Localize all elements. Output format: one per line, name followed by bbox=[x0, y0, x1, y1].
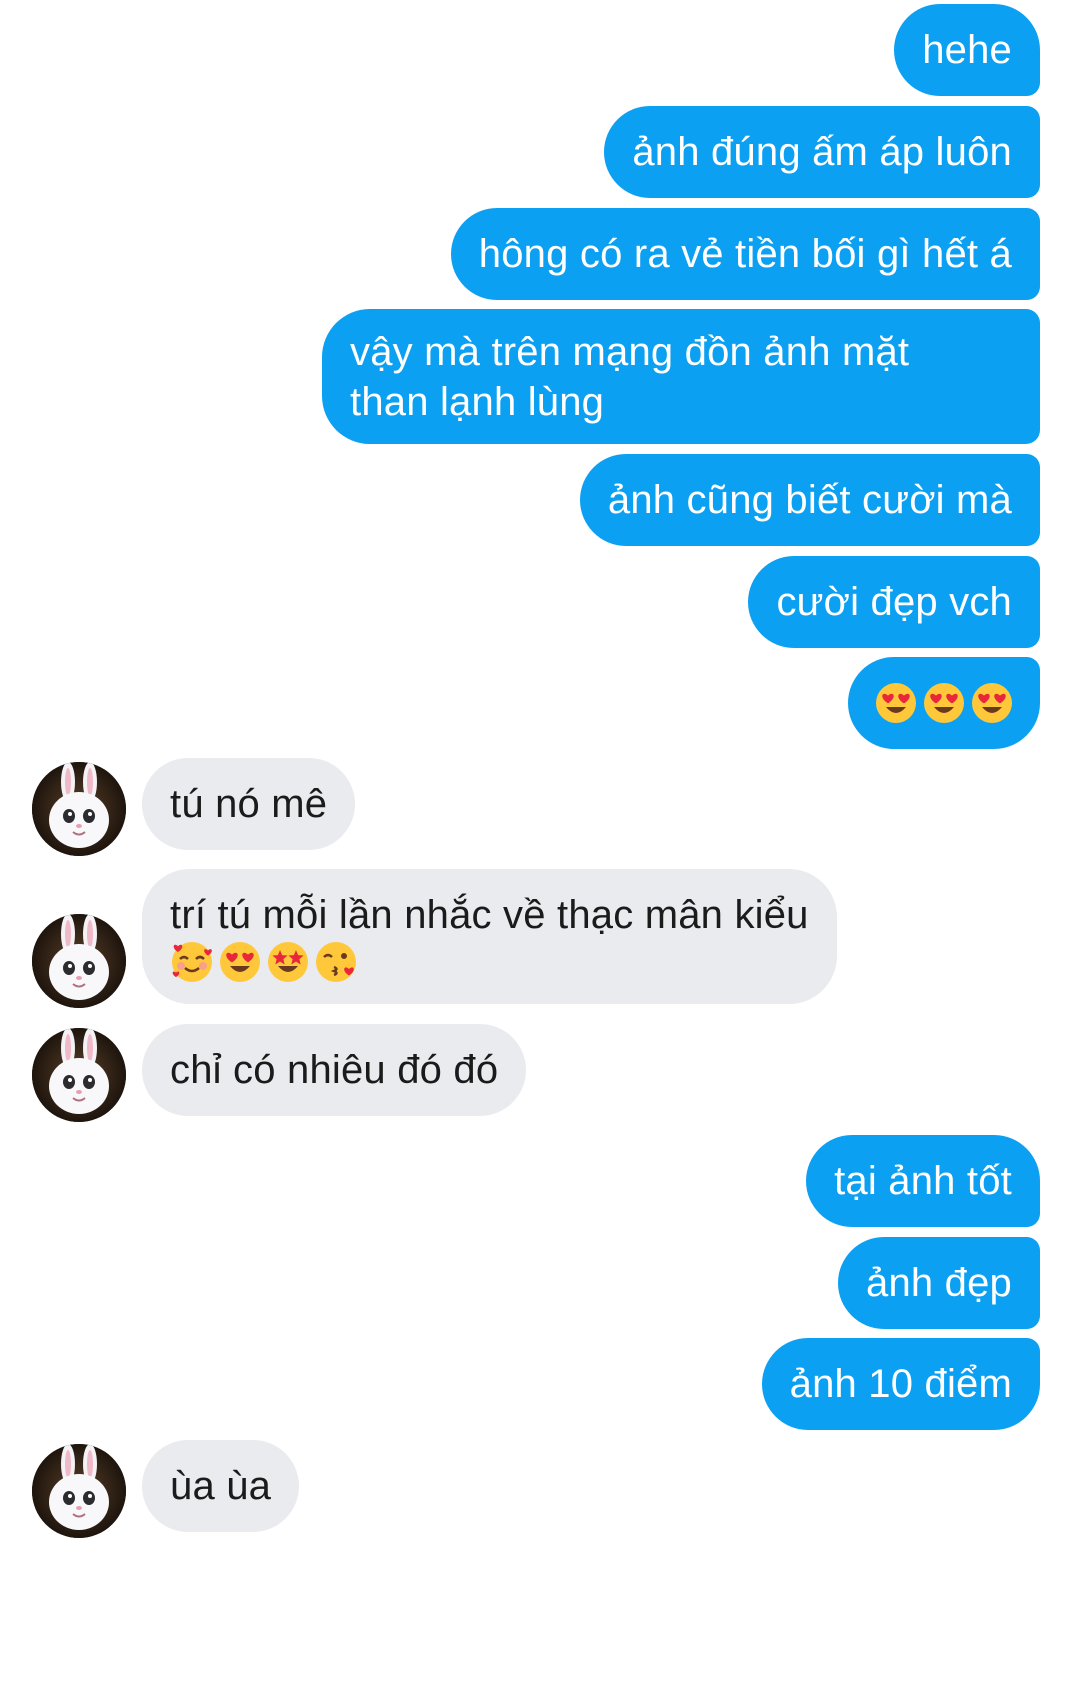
message-text: ảnh đúng ấm áp luôn bbox=[632, 130, 1012, 174]
message-thread: hehe ảnh đúng ấm áp luôn hông có ra vẻ t… bbox=[0, 0, 1080, 1705]
face-blowing-kiss-emoji-icon bbox=[316, 941, 356, 982]
heart-eyes-emoji-icon bbox=[972, 683, 1012, 723]
message-text: hehe bbox=[922, 28, 1012, 72]
incoming-message-bubble[interactable]: tú nó mê bbox=[142, 758, 356, 850]
outgoing-message-bubble[interactable]: ảnh đẹp bbox=[838, 1237, 1040, 1329]
message-text: ảnh đẹp bbox=[866, 1261, 1012, 1305]
outgoing-message-bubble[interactable]: ảnh đúng ấm áp luôn bbox=[604, 106, 1040, 198]
white-bunny-avatar-icon[interactable] bbox=[32, 914, 126, 1008]
star-struck-emoji-icon bbox=[268, 941, 308, 982]
message-text: vậy mà trên mạng đồn ảnh mặt than lạnh l… bbox=[350, 329, 910, 424]
white-bunny-avatar-icon[interactable] bbox=[32, 1444, 126, 1538]
outgoing-message-bubble[interactable]: cười đẹp vch bbox=[748, 556, 1040, 648]
outgoing-message-bubble[interactable]: hehe bbox=[894, 4, 1040, 96]
smiling-face-with-hearts-emoji-icon bbox=[172, 941, 212, 982]
emoji-row bbox=[170, 940, 358, 984]
message-text: chỉ có nhiêu đó đó bbox=[170, 1048, 499, 1092]
message-text: ảnh cũng biết cười mà bbox=[607, 478, 1012, 522]
outgoing-message-bubble[interactable]: vậy mà trên mạng đồn ảnh mặt than lạnh l… bbox=[322, 309, 1040, 444]
white-bunny-avatar-icon[interactable] bbox=[32, 1028, 126, 1122]
incoming-message-bubble[interactable]: trí tú mỗi lần nhắc về thạc mân kiểu bbox=[142, 869, 837, 1004]
message-text: tại ảnh tốt bbox=[834, 1159, 1012, 1203]
white-bunny-avatar-icon[interactable] bbox=[32, 762, 126, 856]
outgoing-message-bubble[interactable]: ảnh 10 điểm bbox=[761, 1338, 1040, 1430]
heart-eyes-emoji-icon bbox=[220, 941, 260, 982]
message-text: ảnh 10 điểm bbox=[789, 1362, 1012, 1406]
outgoing-emoji-bubble[interactable] bbox=[848, 657, 1040, 749]
outgoing-message-bubble[interactable]: hông có ra vẻ tiền bối gì hết á bbox=[450, 208, 1040, 300]
incoming-message-bubble[interactable]: chỉ có nhiêu đó đó bbox=[142, 1024, 527, 1116]
outgoing-message-bubble[interactable]: tại ảnh tốt bbox=[806, 1135, 1040, 1227]
message-text: ùa ùa bbox=[170, 1464, 272, 1508]
message-text: hông có ra vẻ tiền bối gì hết á bbox=[478, 232, 1012, 276]
outgoing-message-bubble[interactable]: ảnh cũng biết cười mà bbox=[579, 454, 1040, 546]
message-text: cười đẹp vch bbox=[776, 580, 1012, 624]
incoming-message-bubble[interactable]: ùa ùa bbox=[142, 1440, 300, 1532]
message-text: trí tú mỗi lần nhắc về thạc mân kiểu bbox=[170, 892, 809, 937]
heart-eyes-emoji-icon bbox=[924, 683, 964, 723]
message-text: tú nó mê bbox=[170, 782, 328, 826]
heart-eyes-emoji-icon bbox=[876, 683, 916, 723]
emoji-row bbox=[874, 681, 1014, 725]
